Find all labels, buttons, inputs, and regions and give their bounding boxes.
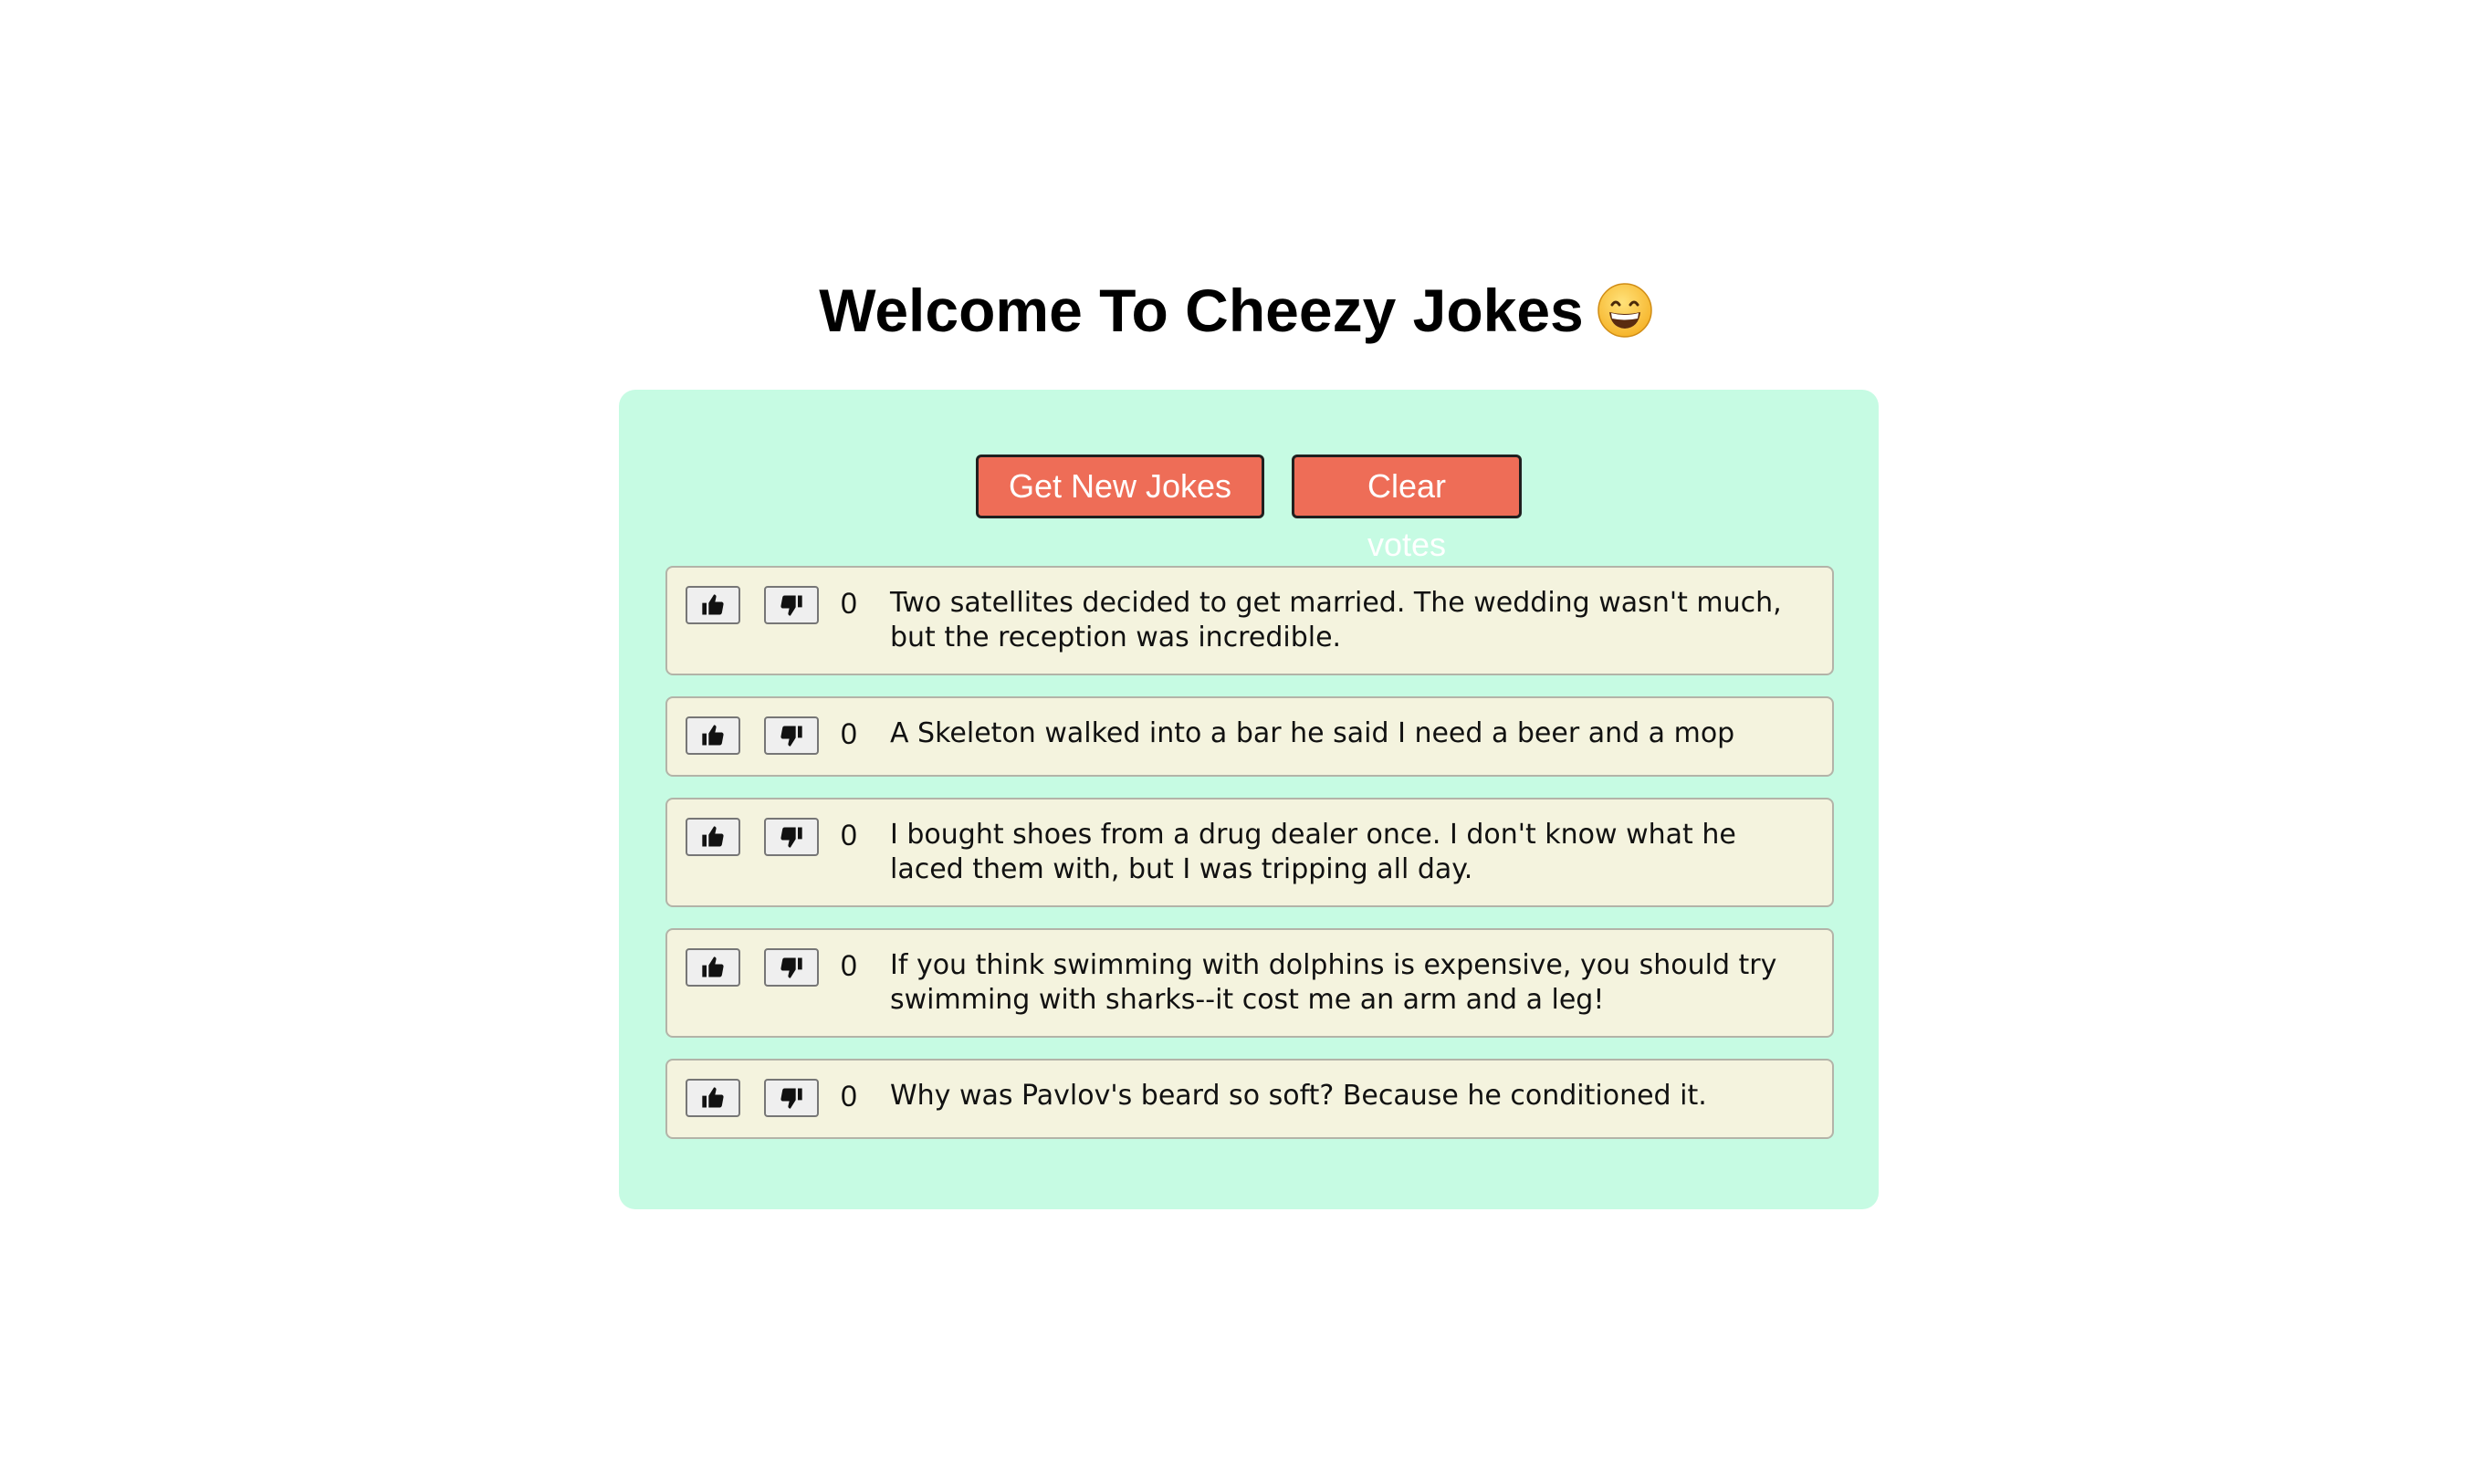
joke-text: Why was Pavlov's beard so soft? Because … <box>890 1080 1707 1112</box>
action-buttons: Get New Jokes Clear votes <box>619 455 1879 563</box>
downvote-button[interactable] <box>764 1079 819 1117</box>
joke-text: If you think swimming with dolphins is e… <box>890 949 1777 1016</box>
thumbs-up-icon <box>702 594 724 615</box>
thumbs-down-icon <box>780 827 802 848</box>
vote-count: 0 <box>841 949 857 982</box>
thumbs-down-icon <box>780 957 802 978</box>
grinning-face-icon <box>1597 272 1653 338</box>
vote-count: 0 <box>841 819 857 852</box>
get-new-jokes-button[interactable]: Get New Jokes <box>976 455 1264 518</box>
upvote-button[interactable] <box>686 818 740 856</box>
vote-count: 0 <box>841 1080 857 1113</box>
joke-text: A Skeleton walked into a bar he said I n… <box>890 717 1735 749</box>
thumbs-down-icon <box>780 1088 802 1109</box>
vote-count: 0 <box>841 717 857 750</box>
joke-item: 0 Why was Pavlov's beard so soft? Becaus… <box>665 1059 1834 1139</box>
thumbs-up-icon <box>702 725 724 746</box>
downvote-button[interactable] <box>764 818 819 856</box>
joke-item: 0 Two satellites decided to get married.… <box>665 566 1834 675</box>
upvote-button[interactable] <box>686 716 740 755</box>
thumbs-up-icon <box>702 956 724 977</box>
joke-text: I bought shoes from a drug dealer once. … <box>890 819 1736 885</box>
downvote-button[interactable] <box>764 948 819 987</box>
thumbs-up-icon <box>702 1087 724 1108</box>
thumbs-down-icon <box>780 595 802 616</box>
joke-item: 0 I bought shoes from a drug dealer once… <box>665 798 1834 907</box>
thumbs-up-icon <box>702 826 724 847</box>
jokes-panel: Get New Jokes Clear votes 0 Two satellit… <box>619 390 1879 1209</box>
vote-count: 0 <box>841 587 857 620</box>
downvote-button[interactable] <box>764 586 819 624</box>
page-title: Welcome To Cheezy Jokes <box>0 265 2472 356</box>
joke-item: 0 If you think swimming with dolphins is… <box>665 928 1834 1038</box>
thumbs-down-icon <box>780 726 802 747</box>
clear-votes-button[interactable]: Clear votes <box>1292 455 1522 563</box>
page-title-text: Welcome To Cheezy Jokes <box>819 277 1584 344</box>
page: Welcome To Cheezy Jokes Get New Jokes Cl… <box>0 0 2472 1484</box>
joke-text: Two satellites decided to get married. T… <box>890 587 1782 653</box>
joke-item: 0 A Skeleton walked into a bar he said I… <box>665 696 1834 777</box>
upvote-button[interactable] <box>686 586 740 624</box>
upvote-button[interactable] <box>686 1079 740 1117</box>
upvote-button[interactable] <box>686 948 740 987</box>
downvote-button[interactable] <box>764 716 819 755</box>
